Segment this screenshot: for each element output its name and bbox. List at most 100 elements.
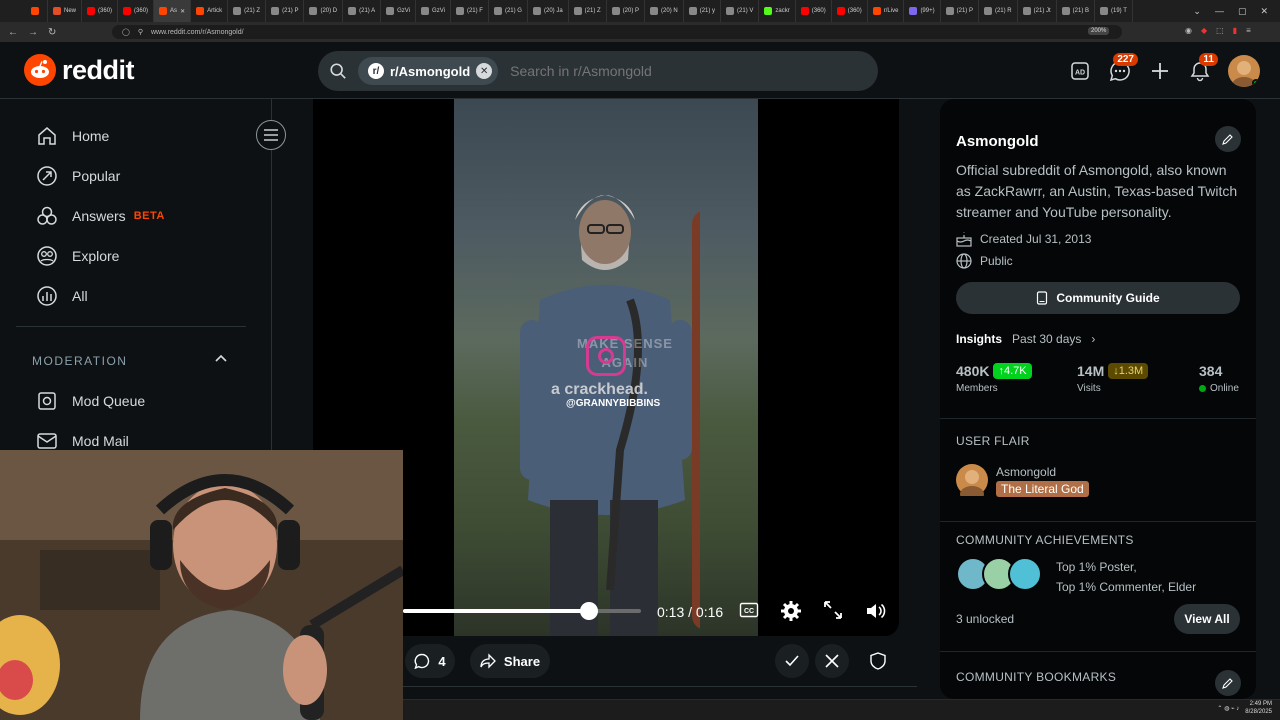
comments-button[interactable]: 4: [405, 644, 455, 678]
edit-bookmarks-button[interactable]: [1215, 670, 1241, 696]
notifications-button[interactable]: 11: [1180, 53, 1220, 87]
browser-tab[interactable]: (21) R: [979, 0, 1018, 22]
browser-tab[interactable]: (21) P: [941, 0, 979, 22]
community-guide-button[interactable]: Community Guide: [956, 282, 1240, 314]
browser-tab[interactable]: (21) P: [266, 0, 305, 22]
browser-tab[interactable]: (360): [796, 0, 832, 22]
panel-divider: [940, 651, 1256, 652]
reload-icon[interactable]: ↻: [48, 27, 56, 38]
maximize-icon[interactable]: ▢: [1238, 6, 1247, 17]
browser-tab[interactable]: (20) D: [304, 0, 344, 22]
clear-scope-icon[interactable]: ✕: [476, 63, 493, 79]
browser-tab[interactable]: (20) P: [607, 0, 646, 22]
search-input[interactable]: [510, 63, 811, 79]
reddit-logo[interactable]: reddit: [24, 54, 135, 86]
achievement-badge-icon[interactable]: [1008, 557, 1042, 591]
sidebar-item-mod-mail[interactable]: Mod Mail: [36, 430, 129, 452]
comment-icon: [414, 653, 430, 669]
extension-icon[interactable]: ◆: [1201, 26, 1207, 35]
back-icon[interactable]: ←: [8, 27, 18, 38]
pencil-icon: [1222, 678, 1233, 689]
browser-tab[interactable]: [26, 0, 48, 22]
browser-tab[interactable]: (20) N: [645, 0, 684, 22]
tray-icons[interactable]: ⌃ ◍ ⌁ ♪: [1217, 705, 1239, 712]
sidebar-item-home[interactable]: Home: [36, 125, 109, 147]
browser-tab[interactable]: (360): [118, 0, 155, 22]
browser-tab[interactable]: r/Live: [868, 0, 905, 22]
zoom-level[interactable]: 200%: [1088, 27, 1110, 35]
browser-tab[interactable]: (21) Jt: [1018, 0, 1057, 22]
view-all-button[interactable]: View All: [1174, 604, 1240, 634]
browser-tab[interactable]: zackr: [759, 0, 796, 22]
video-time: 0:13 / 0:16: [657, 604, 723, 620]
browser-tab[interactable]: (21) A: [343, 0, 382, 22]
clock[interactable]: 2:49 PM 8/28/2025: [1245, 700, 1272, 716]
search-scope-chip[interactable]: r/ r/Asmongold ✕: [358, 57, 499, 85]
sidebar-item-all[interactable]: All: [36, 285, 88, 307]
share-button[interactable]: Share: [470, 644, 550, 678]
browser-tab[interactable]: (21) V: [721, 0, 760, 22]
browser-tab[interactable]: New: [48, 0, 83, 22]
browser-tab[interactable]: (99+): [904, 0, 941, 22]
browser-tab[interactable]: (360): [832, 0, 868, 22]
browser-tab[interactable]: As ✕: [154, 0, 192, 22]
tab-search-icon[interactable]: ⌄: [1193, 6, 1201, 17]
volume-button[interactable]: [864, 600, 886, 622]
forward-icon[interactable]: →: [28, 27, 38, 38]
close-window-icon[interactable]: ✕: [1260, 6, 1268, 17]
approve-button[interactable]: [775, 644, 809, 678]
url-field[interactable]: ◯ ⚲ www.reddit.com/r/Asmongold/: [112, 25, 1122, 39]
extension-icon[interactable]: ▮: [1233, 26, 1237, 35]
captions-button[interactable]: CC: [739, 600, 759, 620]
popular-icon: [37, 166, 57, 186]
flair-tag[interactable]: The Literal God: [996, 481, 1089, 497]
unlocked-count: 3 unlocked: [956, 612, 1015, 626]
insights-header[interactable]: Insights Past 30 days ›: [956, 332, 1095, 346]
browser-tab[interactable]: GzVi: [381, 0, 417, 22]
webcam-overlay: [0, 450, 403, 720]
extension-icon[interactable]: ⬚: [1216, 26, 1224, 35]
mod-shield-button[interactable]: [861, 644, 895, 678]
sidebar-item-answers[interactable]: Answers BETA: [36, 205, 165, 227]
advertise-button[interactable]: AD: [1060, 55, 1100, 87]
minimize-icon[interactable]: —: [1215, 6, 1224, 16]
chevron-up-icon[interactable]: [214, 352, 228, 371]
edit-community-button[interactable]: [1215, 126, 1241, 152]
subreddit-icon: r/: [368, 63, 384, 79]
browser-tab[interactable]: (21) B: [1057, 0, 1095, 22]
browser-tab[interactable]: (360): [82, 0, 119, 22]
video-progress-bar[interactable]: [403, 602, 641, 620]
tab-label: (21) P: [282, 8, 299, 14]
search-bar[interactable]: r/ r/Asmongold ✕: [318, 51, 878, 91]
fullscreen-button[interactable]: [823, 600, 843, 620]
collapse-sidebar-button[interactable]: [256, 120, 286, 150]
remove-button[interactable]: [815, 644, 849, 678]
browser-tab[interactable]: (21) Z: [569, 0, 607, 22]
browser-tab[interactable]: (21) F: [451, 0, 489, 22]
sidebar-item-popular[interactable]: Popular: [36, 165, 120, 187]
progress-handle[interactable]: [579, 602, 598, 620]
browser-tab[interactable]: (21) Z: [228, 0, 267, 22]
browser-tab[interactable]: (19) T: [1095, 0, 1133, 22]
tab-favicon-icon: [872, 7, 881, 15]
sidebar-item-mod-queue[interactable]: Mod Queue: [36, 390, 145, 412]
moderation-heading[interactable]: MODERATION: [32, 354, 127, 368]
extension-icon[interactable]: ◉: [1185, 26, 1192, 35]
browser-tab[interactable]: (21) G: [489, 0, 528, 22]
browser-tab[interactable]: GzVi: [416, 0, 451, 22]
close-tab-icon[interactable]: ✕: [180, 8, 185, 15]
sidebar-item-explore[interactable]: Explore: [36, 245, 119, 267]
menu-icon[interactable]: ≡: [1246, 26, 1251, 35]
chat-button[interactable]: 227: [1100, 53, 1140, 87]
browser-tab[interactable]: (20) Ja: [528, 0, 569, 22]
user-avatar[interactable]: [1228, 55, 1260, 87]
site-settings-icon[interactable]: ⚲: [138, 28, 143, 36]
community-guide-label: Community Guide: [1056, 291, 1160, 305]
settings-button[interactable]: [780, 600, 802, 622]
visits-change: ↓1.3M: [1108, 363, 1149, 379]
browser-tab[interactable]: Artick: [191, 0, 229, 22]
browser-tab[interactable]: (21) y: [684, 0, 722, 22]
tab-label: (20) Ja: [543, 8, 563, 14]
tab-favicon-icon: [421, 7, 430, 15]
create-post-button[interactable]: [1140, 55, 1180, 87]
